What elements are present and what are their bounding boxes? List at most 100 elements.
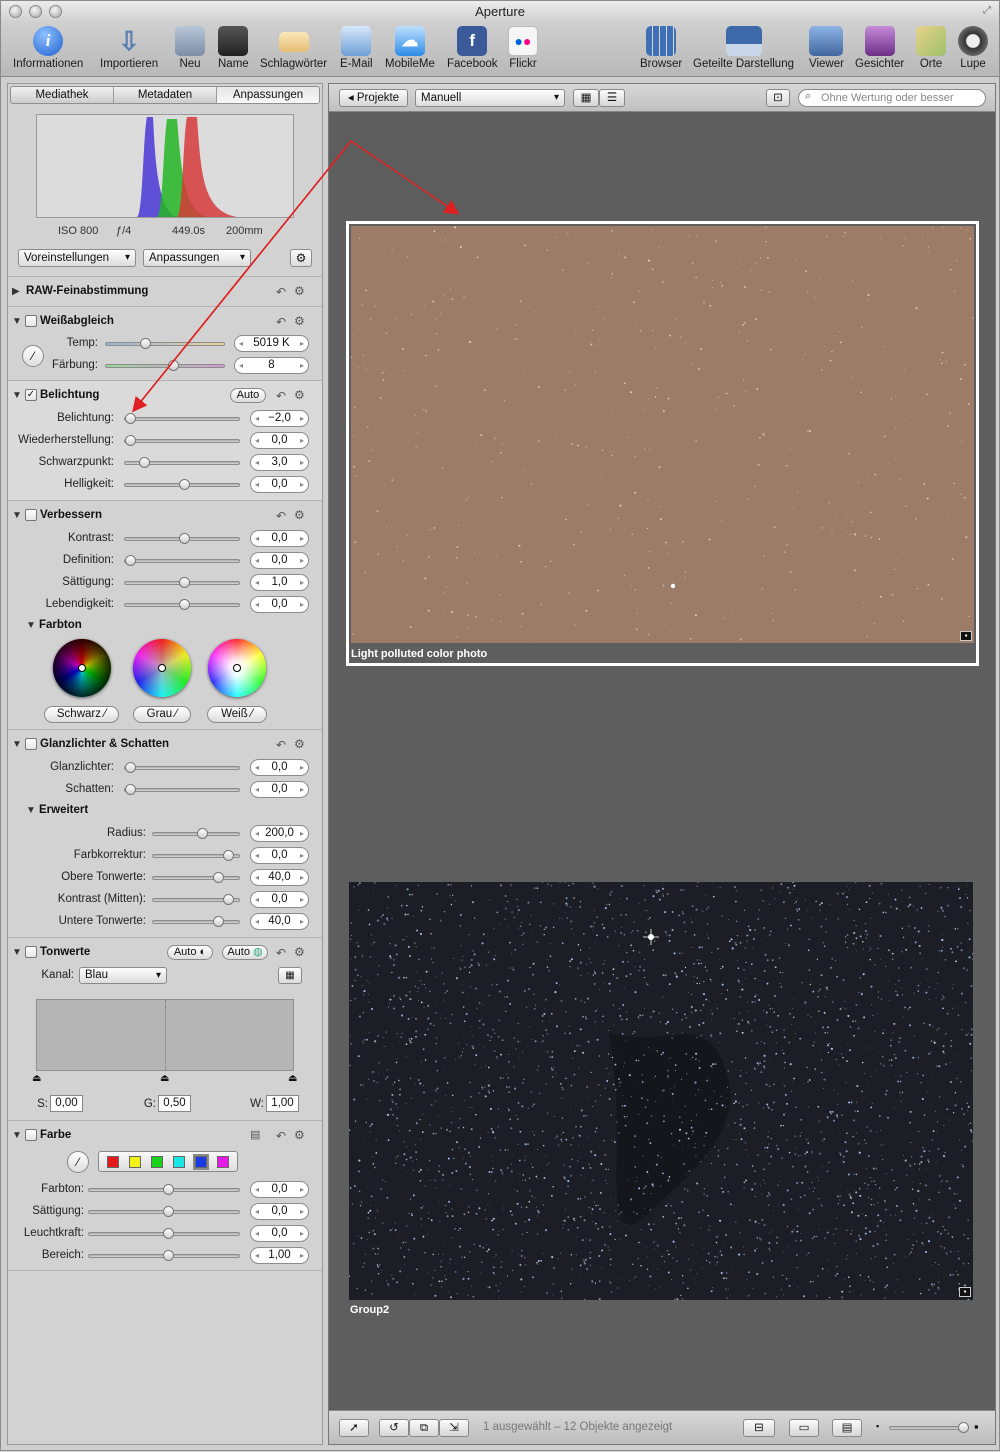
color-swatch[interactable] — [217, 1155, 229, 1168]
adjust-slider[interactable] — [152, 850, 240, 861]
color-swatch[interactable] — [107, 1155, 119, 1168]
tint-value[interactable]: ◂ 8 ▸ — [234, 357, 309, 374]
slider-value[interactable]: ◂ 200,0 ▸ — [250, 825, 309, 842]
toolbar-schlagwoerter[interactable]: Schlagwörter — [260, 26, 327, 70]
thumbnail-size-slider[interactable] — [889, 1422, 969, 1433]
hs-checkbox[interactable] — [25, 738, 37, 750]
disclosure-down-icon[interactable]: ▼ — [12, 947, 22, 958]
multi-view-icon[interactable]: ▤ — [832, 1419, 862, 1437]
zoom-button[interactable] — [49, 5, 62, 18]
toolbar-lupe[interactable]: Lupe — [958, 26, 988, 70]
adjust-slider[interactable] — [124, 533, 240, 544]
list-view-icon[interactable]: ☰ — [599, 89, 625, 107]
tab-mediathek[interactable]: Mediathek — [11, 87, 114, 103]
tab-metadaten[interactable]: Metadaten — [114, 87, 217, 103]
minimize-button[interactable] — [29, 5, 42, 18]
reset-icon[interactable]: ↶ — [276, 389, 286, 403]
gear-icon[interactable]: ⚙ — [294, 1128, 305, 1142]
slider-value[interactable]: ◂ 0,0 ▸ — [250, 1181, 309, 1198]
single-view-icon[interactable]: ▭ — [789, 1419, 819, 1437]
white-point-handle[interactable]: ⏏ — [288, 1073, 297, 1084]
gear-icon[interactable]: ⚙ — [294, 284, 305, 298]
disclosure-down-icon[interactable]: ▼ — [12, 390, 22, 401]
gear-icon[interactable]: ⚙ — [294, 945, 305, 959]
slider-value[interactable]: ◂ 0,0 ▸ — [250, 891, 309, 908]
fullscreen-icon[interactable]: ⤢ — [981, 5, 993, 17]
color-swatch[interactable] — [173, 1155, 185, 1168]
temp-slider[interactable] — [105, 338, 225, 349]
adjust-slider[interactable] — [124, 784, 240, 795]
reset-icon[interactable]: ↶ — [276, 285, 286, 299]
reset-icon[interactable]: ↶ — [276, 946, 286, 960]
enhance-checkbox[interactable] — [25, 509, 37, 521]
adjust-slider[interactable] — [124, 457, 240, 468]
reset-icon[interactable]: ↶ — [276, 315, 286, 329]
eyedropper-icon[interactable]: ⁄ — [67, 1151, 89, 1173]
sort-popup[interactable]: Manuell — [415, 89, 565, 107]
adjust-slider[interactable] — [124, 762, 240, 773]
slider-value[interactable]: ◂ 0,0 ▸ — [250, 596, 309, 613]
slider-value[interactable]: ◂ 0,0 ▸ — [250, 552, 309, 569]
search-input[interactable]: Ohne Wertung oder besser — [798, 89, 986, 107]
temp-value[interactable]: ◂ 5019 K ▸ — [234, 335, 309, 352]
disclosure-down-icon[interactable]: ▼ — [12, 510, 22, 521]
metadata-overlay-icon[interactable]: ⊟ — [743, 1419, 775, 1437]
adjust-slider[interactable] — [152, 916, 240, 927]
exposure-checkbox[interactable]: ✓ — [25, 389, 37, 401]
projects-button[interactable]: ◂ Projekte — [339, 89, 408, 107]
slider-value[interactable]: ◂ 1,0 ▸ — [250, 574, 309, 591]
gray-tint-wheel[interactable] — [133, 639, 191, 697]
levels-auto-luminance-button[interactable]: Auto ◐ — [167, 945, 213, 960]
adjust-slider[interactable] — [124, 577, 240, 588]
presets-popup[interactable]: Voreinstellungen — [18, 249, 136, 267]
toolbar-neu[interactable]: Neu — [175, 26, 205, 70]
adjust-slider[interactable] — [152, 872, 240, 883]
exposure-auto-button[interactable]: Auto — [230, 388, 266, 403]
black-tint-wheel[interactable] — [53, 639, 111, 697]
slider-value[interactable]: ◂ −2,0 ▸ — [250, 410, 309, 427]
slider-value[interactable]: ◂ 40,0 ▸ — [250, 913, 309, 930]
toolbar-orte[interactable]: Orte — [916, 26, 946, 70]
reset-icon[interactable]: ↶ — [276, 738, 286, 752]
photo-group2[interactable]: ▪ — [348, 881, 974, 1301]
adjust-slider[interactable] — [124, 599, 240, 610]
slider-value[interactable]: ◂ 40,0 ▸ — [250, 869, 309, 886]
wb-checkbox[interactable] — [25, 315, 37, 327]
gear-icon[interactable]: ⚙ — [290, 249, 312, 267]
toolbar-importieren[interactable]: ⇩ Importieren — [100, 26, 158, 71]
adjustments-popup[interactable]: Anpassungen — [143, 249, 251, 267]
adjust-slider[interactable] — [124, 435, 240, 446]
adjust-slider[interactable] — [88, 1184, 240, 1195]
toolbar-browser[interactable]: Browser — [640, 26, 682, 70]
toolbar-geteilte-darstellung[interactable]: Geteilte Darstellung — [693, 26, 794, 70]
toolbar-email[interactable]: E-Mail — [340, 26, 373, 70]
gray-eyedropper-button[interactable]: Grau ⁄ — [133, 706, 191, 723]
toolbar-flickr[interactable]: ● ● Flickr — [508, 26, 538, 70]
slider-value[interactable]: ◂ 0,0 ▸ — [250, 781, 309, 798]
adjust-slider[interactable] — [88, 1228, 240, 1239]
select-tool-icon[interactable]: ➚ — [339, 1419, 369, 1437]
white-tint-wheel[interactable] — [208, 639, 266, 697]
slider-value[interactable]: ◂ 0,0 ▸ — [250, 1225, 309, 1242]
tint-slider[interactable] — [105, 360, 225, 371]
slider-value[interactable]: ◂ 0,0 ▸ — [250, 476, 309, 493]
levels-grid-icon[interactable]: ▦ — [278, 967, 302, 984]
filter-hud-icon[interactable]: ⊡ — [766, 89, 790, 107]
disclosure-right-icon[interactable]: ▶ — [12, 286, 20, 297]
levels-auto-rgb-button[interactable]: Auto ◍ — [222, 945, 268, 960]
disclosure-down-icon[interactable]: ▼ — [26, 620, 36, 631]
slider-value[interactable]: ◂ 3,0 ▸ — [250, 454, 309, 471]
disclosure-down-icon[interactable]: ▼ — [12, 316, 22, 327]
adjust-slider[interactable] — [88, 1250, 240, 1261]
rotate-left-icon[interactable]: ↺ — [379, 1419, 409, 1437]
slider-value[interactable]: ◂ 0,0 ▸ — [250, 759, 309, 776]
reset-icon[interactable]: ↶ — [276, 1129, 286, 1143]
black-point-handle[interactable]: ⏏ — [32, 1073, 41, 1084]
gear-icon[interactable]: ⚙ — [294, 314, 305, 328]
adjust-slider[interactable] — [124, 555, 240, 566]
adjust-slider[interactable] — [152, 828, 240, 839]
color-swatch[interactable] — [129, 1155, 141, 1168]
toolbar-mobileme[interactable]: ☁ MobileMe — [385, 26, 435, 70]
gear-icon[interactable]: ⚙ — [294, 388, 305, 402]
stack-icon[interactable]: ⧉ — [409, 1419, 439, 1437]
